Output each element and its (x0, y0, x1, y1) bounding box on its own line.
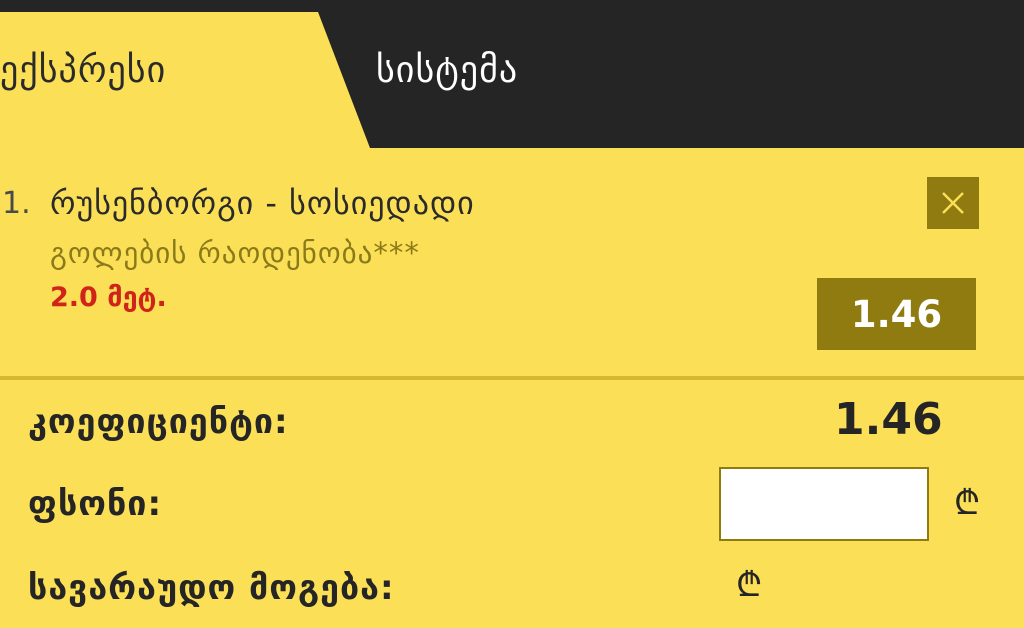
bet-selection: 2.0 მეტ. (50, 282, 167, 313)
possible-win-label: სავარაუდო მოგება: (28, 568, 395, 608)
bet-item-number: 1. (2, 186, 31, 221)
stake-label: ფსონი: (28, 484, 163, 524)
bet-match-name: რუსენბორგი - სოსიედადი (50, 184, 475, 222)
stake-input[interactable] (719, 467, 929, 541)
coefficient-value: 1.46 (834, 394, 943, 445)
remove-bet-button[interactable] (927, 177, 979, 229)
bet-odd-value: 1.46 (817, 278, 976, 350)
bet-summary: კოეფიციენტი: 1.46 ფსონი: ₾ სავარაუდო მოგ… (0, 380, 1024, 628)
bet-slip-item: 1. რუსენბორგი - სოსიედადი გოლების რაოდენ… (0, 148, 1024, 376)
lari-currency-icon: ₾ (736, 565, 763, 605)
bet-type-tabs: ექსპრესი სისტემა (0, 12, 1024, 148)
close-icon (942, 192, 964, 214)
top-strip (0, 0, 1024, 12)
lari-currency-icon: ₾ (954, 483, 981, 523)
tab-express[interactable]: ექსპრესი (0, 50, 166, 91)
coefficient-label: კოეფიციენტი: (28, 402, 289, 442)
bet-market-name: გოლების რაოდენობა*** (50, 236, 420, 270)
tab-system[interactable]: სისტემა (376, 50, 518, 91)
